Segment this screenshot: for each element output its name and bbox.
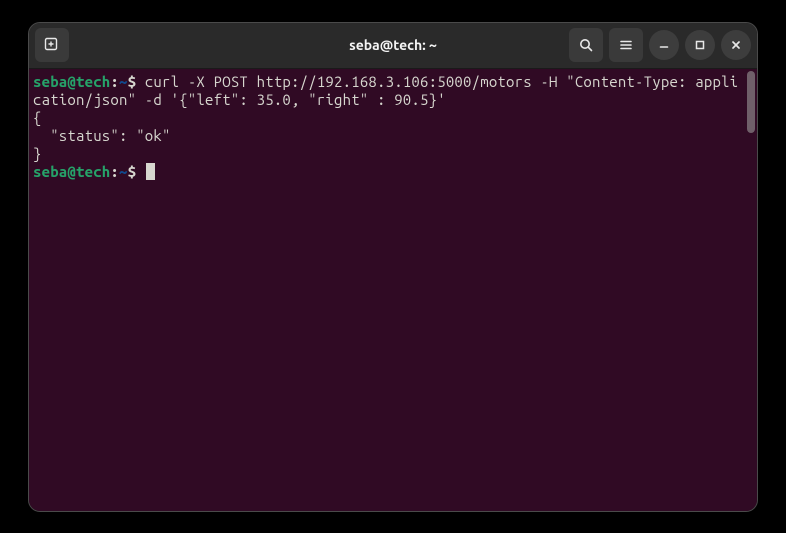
command-2	[136, 163, 145, 180]
prompt-separator: :	[110, 73, 119, 90]
new-tab-icon	[44, 37, 60, 53]
terminal-window: seba@tech: ~	[28, 22, 758, 512]
maximize-icon	[693, 38, 707, 52]
minimize-icon	[657, 38, 671, 52]
titlebar: seba@tech: ~	[29, 23, 757, 69]
command-1: curl -X POST http://192.168.3.106:5000/m…	[33, 73, 738, 108]
output-line-3: }	[33, 145, 42, 162]
search-button[interactable]	[569, 28, 603, 62]
prompt-user: seba@tech	[33, 163, 110, 180]
maximize-button[interactable]	[685, 30, 715, 60]
menu-button[interactable]	[609, 28, 643, 62]
window-title: seba@tech: ~	[349, 37, 437, 53]
terminal-area[interactable]: seba@tech:~$ curl -X POST http://192.168…	[29, 69, 757, 511]
output-line-1: {	[33, 109, 42, 126]
prompt-user: seba@tech	[33, 73, 110, 90]
output-line-2: "status": "ok"	[33, 127, 171, 144]
prompt-separator: :	[110, 163, 119, 180]
close-button[interactable]	[721, 30, 751, 60]
cursor	[146, 163, 155, 180]
minimize-button[interactable]	[649, 30, 679, 60]
prompt-dollar: $	[128, 73, 137, 90]
prompt-path: ~	[119, 163, 128, 180]
terminal-content: seba@tech:~$ curl -X POST http://192.168…	[33, 73, 754, 181]
hamburger-icon	[618, 37, 634, 53]
search-icon	[578, 37, 594, 53]
close-icon	[729, 38, 743, 52]
prompt-dollar: $	[128, 163, 137, 180]
scrollbar-thumb[interactable]	[747, 71, 755, 133]
new-tab-button[interactable]	[35, 28, 69, 62]
prompt-path: ~	[119, 73, 128, 90]
